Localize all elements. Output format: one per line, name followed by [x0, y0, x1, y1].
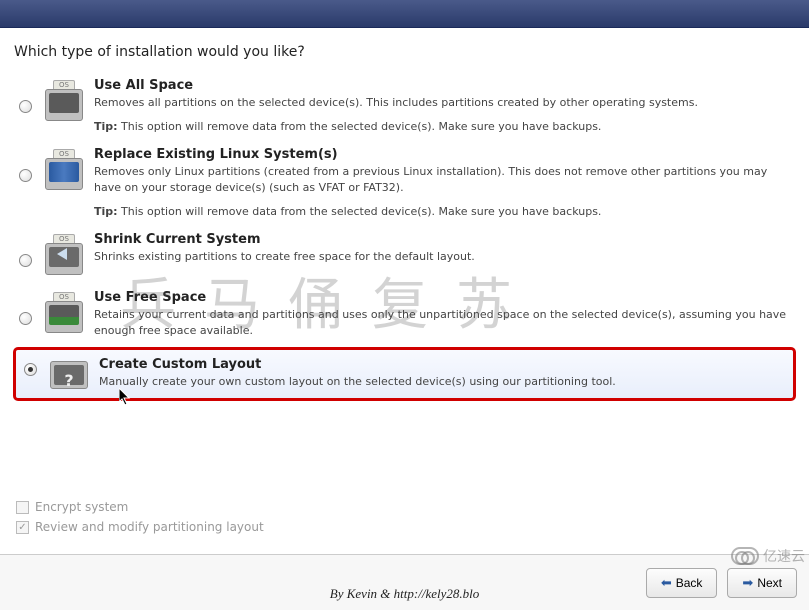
option-use-all-space[interactable]: OS Use All Space Removes all partitions … [14, 74, 795, 137]
option-text: Replace Existing Linux System(s) Removes… [94, 147, 793, 218]
arrow-left-icon: ⬅ [661, 575, 672, 591]
icon-col: ? [47, 357, 91, 391]
disk-icon: ? [50, 359, 88, 391]
radio-col [21, 357, 39, 376]
radio-col [16, 147, 34, 182]
radio-col [16, 78, 34, 113]
checkbox-review[interactable]: ✓ [16, 521, 29, 534]
option-title: Replace Existing Linux System(s) [94, 147, 793, 162]
option-title: Create Custom Layout [99, 357, 788, 372]
option-tip: Tip: This option will remove data from t… [94, 205, 793, 218]
disk-icon: OS [45, 80, 83, 122]
back-label: Back [676, 576, 703, 590]
back-button[interactable]: ⬅ Back [646, 568, 718, 598]
arrow-right-icon: ➡ [742, 575, 753, 591]
next-button[interactable]: ➡ Next [727, 568, 797, 598]
footer-checkboxes: Encrypt system ✓ Review and modify parti… [16, 500, 264, 540]
option-desc: Shrinks existing partitions to create fr… [94, 249, 793, 264]
radio-use-all-space[interactable] [19, 100, 32, 113]
radio-col [16, 232, 34, 267]
install-options: OS Use All Space Removes all partitions … [14, 74, 795, 400]
next-label: Next [757, 576, 782, 590]
option-desc: Retains your current data and partitions… [94, 307, 793, 338]
icon-col: OS [42, 147, 86, 191]
radio-shrink[interactable] [19, 254, 32, 267]
option-shrink[interactable]: OS Shrink Current System Shrinks existin… [14, 228, 795, 280]
option-desc: Removes only Linux partitions (created f… [94, 164, 793, 195]
option-text: Shrink Current System Shrinks existing p… [94, 232, 793, 264]
radio-replace-linux[interactable] [19, 169, 32, 182]
radio-col [16, 290, 34, 325]
main-content: Which type of installation would you lik… [0, 28, 809, 400]
radio-custom-layout[interactable] [24, 363, 37, 376]
option-free-space[interactable]: OS Use Free Space Retains your current d… [14, 286, 795, 342]
checkbox-encrypt-row: Encrypt system [16, 500, 264, 514]
option-text: Create Custom Layout Manually create you… [99, 357, 788, 389]
option-text: Use Free Space Retains your current data… [94, 290, 793, 338]
option-desc: Manually create your own custom layout o… [99, 374, 788, 389]
checkbox-encrypt[interactable] [16, 501, 29, 514]
icon-col: OS [42, 290, 86, 334]
option-text: Use All Space Removes all partitions on … [94, 78, 793, 133]
icon-col: OS [42, 78, 86, 122]
disk-icon: OS [45, 292, 83, 334]
footer-bar: ⬅ Back ➡ Next [0, 554, 809, 610]
option-title: Use All Space [94, 78, 793, 93]
disk-icon: OS [45, 234, 83, 276]
checkbox-review-label: Review and modify partitioning layout [35, 520, 264, 534]
radio-free-space[interactable] [19, 312, 32, 325]
checkbox-review-row: ✓ Review and modify partitioning layout [16, 520, 264, 534]
disk-icon: OS [45, 149, 83, 191]
checkbox-encrypt-label: Encrypt system [35, 500, 128, 514]
icon-col: OS [42, 232, 86, 276]
option-title: Use Free Space [94, 290, 793, 305]
option-tip: Tip: This option will remove data from t… [94, 120, 793, 133]
option-custom-layout[interactable]: ? Create Custom Layout Manually create y… [14, 348, 795, 400]
option-replace-linux[interactable]: OS Replace Existing Linux System(s) Remo… [14, 143, 795, 222]
window-title-bar [0, 0, 809, 28]
option-desc: Removes all partitions on the selected d… [94, 95, 793, 110]
page-question: Which type of installation would you lik… [14, 44, 795, 60]
option-title: Shrink Current System [94, 232, 793, 247]
